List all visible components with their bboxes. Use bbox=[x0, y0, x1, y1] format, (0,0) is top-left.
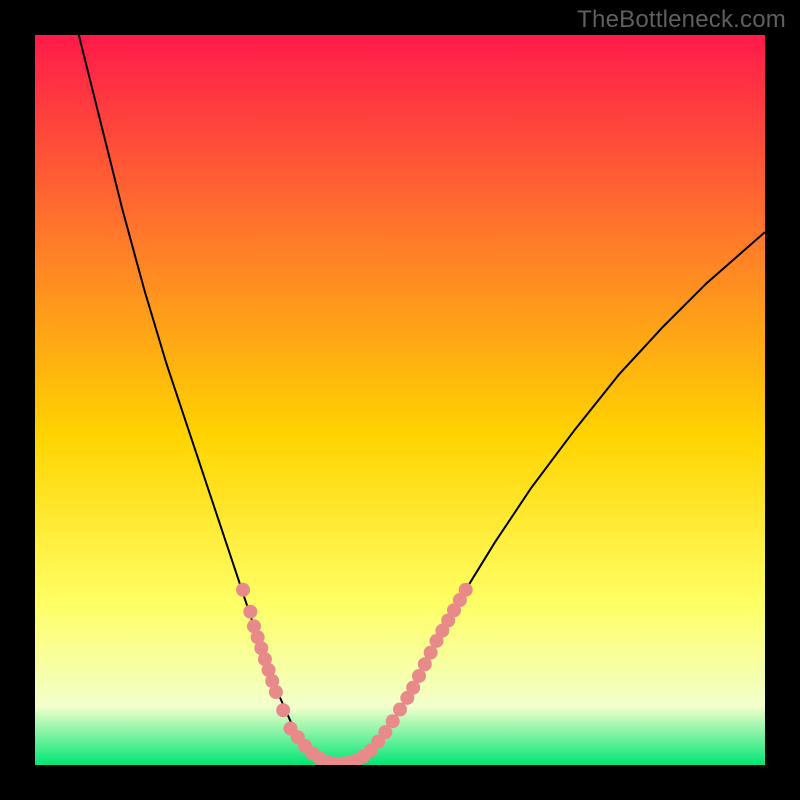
data-point bbox=[236, 583, 250, 597]
data-point bbox=[269, 685, 283, 699]
chart-container: TheBottleneck.com bbox=[0, 0, 800, 800]
data-point bbox=[276, 703, 290, 717]
data-point bbox=[243, 605, 257, 619]
data-point bbox=[459, 583, 473, 597]
gradient-background bbox=[35, 35, 765, 765]
watermark-label: TheBottleneck.com bbox=[577, 6, 786, 34]
data-point bbox=[393, 703, 407, 717]
data-point bbox=[386, 714, 400, 728]
chart-svg bbox=[35, 35, 765, 765]
plot-area bbox=[35, 35, 765, 765]
